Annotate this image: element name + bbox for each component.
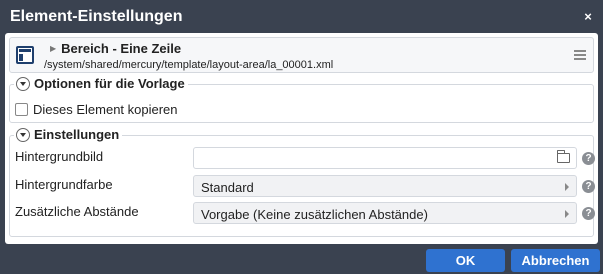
- resource-title[interactable]: ▶ Bereich - Eine Zeile: [50, 41, 181, 56]
- copy-element-option[interactable]: Dieses Element kopieren: [15, 102, 178, 117]
- dialog-content: ▶ Bereich - Eine Zeile /system/shared/mer…: [5, 33, 598, 244]
- background-color-select[interactable]: Standard: [193, 175, 577, 197]
- layout-area-icon: [16, 46, 34, 64]
- help-icon[interactable]: ?: [582, 152, 595, 165]
- copy-element-label[interactable]: Dieses Element kopieren: [33, 102, 178, 117]
- background-image-label: Hintergrundbild: [15, 149, 104, 164]
- copy-element-checkbox[interactable]: [15, 103, 28, 116]
- collapse-toggle-icon[interactable]: [16, 76, 30, 91]
- extra-spacing-value: Vorgabe (Keine zusätzlichen Abstände): [201, 207, 428, 222]
- expand-triangle-icon[interactable]: ▶: [50, 44, 56, 53]
- help-icon[interactable]: ?: [582, 180, 595, 193]
- background-color-value: Standard: [201, 180, 254, 195]
- chevron-right-icon: [565, 210, 569, 218]
- element-settings-dialog: Element-Einstellungen × ▶ Bereich - Eine …: [0, 0, 603, 274]
- folder-icon[interactable]: [557, 150, 570, 163]
- resource-title-text: Bereich - Eine Zeile: [61, 41, 182, 56]
- ok-button[interactable]: OK: [426, 249, 505, 272]
- chevron-right-icon: [565, 183, 569, 191]
- template-options-legend: Optionen für die Vorlage: [34, 76, 185, 91]
- template-options-toggle[interactable]: Optionen für die Vorlage: [14, 76, 188, 91]
- help-icon[interactable]: ?: [582, 207, 595, 220]
- settings-toggle[interactable]: Einstellungen: [14, 127, 123, 142]
- hamburger-menu-icon[interactable]: [574, 50, 586, 61]
- settings-legend: Einstellungen: [34, 127, 120, 142]
- dialog-titlebar[interactable]: Element-Einstellungen ×: [0, 0, 603, 33]
- template-options-group: Optionen für die Vorlage Dieses Element …: [9, 76, 594, 123]
- settings-group: Einstellungen Hintergrundbild ? Hintergr…: [9, 127, 595, 237]
- cancel-button[interactable]: Abbrechen: [511, 249, 600, 272]
- resource-path: /system/shared/mercury/template/layout-a…: [44, 59, 334, 71]
- extra-spacing-label: Zusätzliche Abstände: [15, 204, 139, 219]
- background-color-label: Hintergrundfarbe: [15, 177, 113, 192]
- close-icon[interactable]: ×: [581, 9, 595, 24]
- resource-info: ▶ Bereich - Eine Zeile /system/shared/mer…: [9, 37, 594, 73]
- background-image-field[interactable]: [193, 147, 577, 169]
- collapse-toggle-icon[interactable]: [16, 127, 30, 142]
- extra-spacing-select[interactable]: Vorgabe (Keine zusätzlichen Abstände): [193, 202, 577, 224]
- dialog-title: Element-Einstellungen: [10, 7, 183, 25]
